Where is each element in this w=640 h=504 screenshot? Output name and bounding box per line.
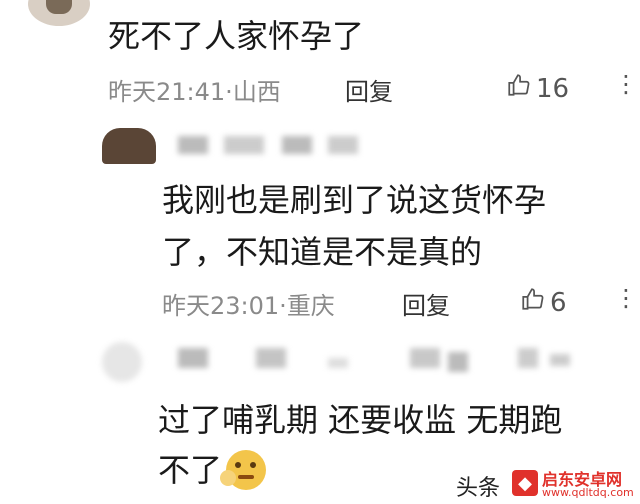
comment-text-line: 我刚也是刷到了说这货怀孕 <box>162 181 547 219</box>
avatar[interactable] <box>102 342 142 382</box>
reply-button[interactable]: 回复 <box>345 72 393 107</box>
comment-meta: 昨天21:41·山西 <box>108 72 281 107</box>
comment-location: 山西 <box>232 78 281 106</box>
blurred-username <box>178 132 358 158</box>
like-button[interactable]: 6 <box>520 286 567 319</box>
like-count: 6 <box>550 287 567 318</box>
comment-meta: 昨天23:01·重庆 <box>162 286 335 321</box>
thumbs-up-icon <box>520 286 546 319</box>
reply-button[interactable]: 回复 <box>402 286 450 321</box>
thumbs-up-icon <box>506 72 532 105</box>
blurred-username <box>178 344 578 374</box>
logo-icon: ◆ <box>512 470 538 496</box>
avatar[interactable] <box>102 128 156 164</box>
comment-text-line: 不了 <box>158 446 267 494</box>
emoji-icon <box>220 450 267 490</box>
meta-separator: · <box>225 78 233 106</box>
comment-text-line: 了，不知道是不是真的 <box>162 233 483 271</box>
like-count: 16 <box>536 73 570 104</box>
comment-text-line: 过了哺乳期 还要收监 无期跑 <box>158 401 563 439</box>
comment-time: 昨天21:41 <box>108 78 226 106</box>
comment-location: 重庆 <box>286 292 335 320</box>
more-icon[interactable]: ⋮ <box>614 70 638 98</box>
comment-text: 死不了人家怀孕了 <box>108 17 365 55</box>
watermark-left-text: 头条 <box>456 476 501 501</box>
watermark-url: www.qdltdq.com <box>542 486 634 499</box>
comment-text-fragment: 不了 <box>158 451 223 489</box>
comment-time: 昨天23:01 <box>162 292 280 320</box>
avatar[interactable] <box>28 0 90 26</box>
more-icon[interactable]: ⋮ <box>614 284 638 312</box>
like-button[interactable]: 16 <box>506 72 569 105</box>
meta-separator: · <box>279 292 287 320</box>
watermark-logo: 头条 ◆ 启东安卓网 www.qdltdq.com <box>456 464 640 504</box>
